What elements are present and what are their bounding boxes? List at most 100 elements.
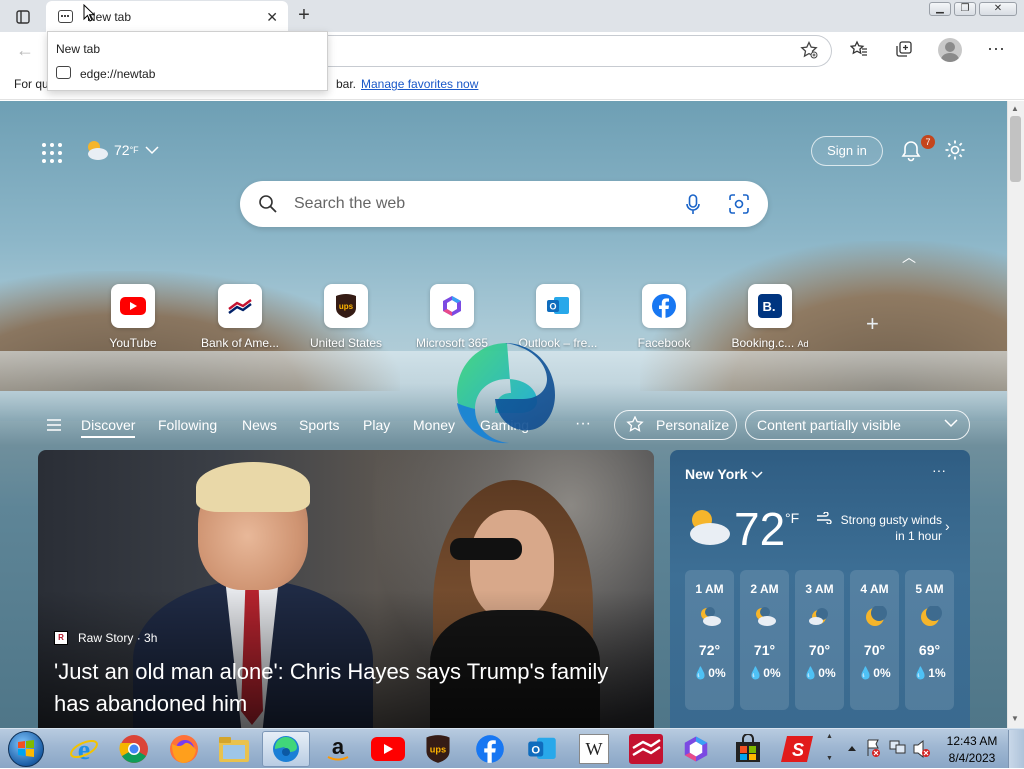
hourly-forecast-item[interactable]: 5 AM 69° 💧1% — [905, 570, 954, 710]
weather-card[interactable]: New York ··· 72 °F Strong gusty winds in… — [670, 450, 970, 728]
tab-actions-button[interactable] — [8, 6, 38, 28]
search-input[interactable] — [294, 191, 654, 217]
news-hero-card[interactable]: R Raw Story · 3h 'Just an old man alone'… — [38, 450, 654, 728]
hour-temp: 70° — [863, 642, 886, 658]
microphone-icon[interactable] — [686, 194, 700, 216]
new-tab-button[interactable]: + — [292, 5, 316, 27]
taskbar-bank-of-america[interactable] — [622, 731, 670, 767]
windows-logo-icon — [18, 740, 34, 757]
taskbar-amazon[interactable]: a — [314, 731, 362, 767]
favorites-info-text: For qu — [14, 77, 49, 91]
feed-tab-play[interactable]: Play — [363, 417, 390, 433]
clock-date[interactable]: 8/4/2023 — [944, 751, 1000, 765]
show-desktop-button[interactable] — [1008, 730, 1024, 768]
add-favorite-icon[interactable] — [800, 40, 818, 64]
hour-time: 1 AM — [695, 582, 724, 596]
taskbar-ups[interactable]: ups — [414, 731, 462, 767]
taskbar-microsoft-365[interactable] — [672, 731, 720, 767]
visual-search-icon[interactable] — [729, 194, 749, 214]
sign-in-button[interactable]: Sign in — [811, 136, 883, 166]
back-button[interactable]: ← — [16, 40, 34, 61]
taskbar-chrome[interactable] — [110, 731, 158, 767]
minimize-button[interactable]: ▁ — [929, 2, 951, 16]
manage-favorites-link[interactable]: Manage favorites now — [361, 77, 478, 91]
microsoft-365-icon — [684, 736, 708, 762]
settings-and-more-icon[interactable]: ··· — [987, 38, 1005, 59]
notifications-bell-icon[interactable] — [900, 139, 922, 163]
hourly-forecast-item[interactable]: 2 AM 71° 💧0% — [740, 570, 789, 710]
weather-chip[interactable]: 72 °F — [84, 139, 159, 161]
volume-muted-icon[interactable] — [913, 739, 930, 759]
taskbar-internet-explorer[interactable]: e — [60, 731, 108, 767]
profile-avatar[interactable] — [938, 38, 962, 62]
bank-of-america-icon — [629, 734, 663, 764]
favorites-icon[interactable] — [849, 40, 868, 63]
speedway-icon: S — [781, 736, 813, 762]
collapse-quick-links-icon[interactable]: ︿ — [902, 247, 916, 267]
new-tab-page-icon — [56, 66, 71, 79]
hourly-forecast-item[interactable]: 3 AM 70° 💧0% — [795, 570, 844, 710]
feed-tab-sports[interactable]: Sports — [299, 417, 339, 433]
quick-link-bank-of-america[interactable]: Bank of Ame... — [194, 284, 286, 350]
page-scrollbar[interactable] — [1007, 101, 1024, 728]
feed-menu-icon[interactable] — [46, 418, 62, 432]
taskbar-scroll-up-icon[interactable]: ▲ — [826, 733, 833, 740]
maximize-button[interactable]: ❐ — [954, 2, 976, 16]
scrollbar-thumb[interactable] — [1010, 116, 1021, 182]
taskbar-speedway[interactable]: S — [774, 731, 822, 767]
feed-tab-news[interactable]: News — [242, 417, 277, 433]
scroll-up-arrow-icon[interactable]: ▲ — [1011, 104, 1019, 113]
close-tab-icon[interactable]: ✕ — [266, 9, 278, 26]
taskbar-scroll-down-icon[interactable]: ▼ — [826, 755, 833, 762]
taskbar-wikipedia[interactable]: W — [570, 731, 618, 767]
news-source: Raw Story · 3h — [78, 631, 158, 645]
hourly-forecast-item[interactable]: 1 AM 72° 💧0% — [685, 570, 734, 710]
taskbar-file-explorer[interactable] — [210, 731, 258, 767]
hourly-forecast-item[interactable]: 4 AM 70° 💧0% — [850, 570, 899, 710]
raw-story-logo-icon: R — [54, 631, 68, 645]
feed-tab-discover[interactable]: Discover — [81, 417, 136, 438]
hour-time: 2 AM — [750, 582, 779, 596]
chevron-down-icon — [944, 419, 958, 428]
scroll-down-arrow-icon[interactable]: ▼ — [1011, 714, 1019, 723]
feed-tab-money[interactable]: Money — [413, 417, 455, 433]
collections-icon[interactable] — [895, 40, 913, 63]
quick-link-label: Booking.c... Ad — [724, 336, 816, 350]
tab-hover-url: edge://newtab — [80, 67, 156, 81]
feed-more-button[interactable]: ··· — [575, 415, 591, 433]
action-center-flag-icon[interactable] — [867, 739, 880, 757]
taskbar-edge[interactable] — [262, 731, 310, 767]
taskbar-microsoft-store[interactable] — [724, 731, 772, 767]
taskbar-facebook[interactable] — [466, 731, 514, 767]
network-icon[interactable] — [889, 740, 906, 754]
news-age: 3h — [144, 631, 158, 645]
quick-link-ups[interactable]: ups United States — [300, 284, 392, 350]
taskbar-youtube[interactable] — [364, 731, 412, 767]
close-window-button[interactable]: ✕ — [979, 2, 1017, 16]
weather-alert[interactable]: Strong gusty winds in 1 hour — [836, 512, 942, 544]
feed-tab-following[interactable]: Following — [158, 417, 217, 433]
news-headline[interactable]: 'Just an old man alone': Chris Hayes say… — [54, 656, 624, 720]
app-launcher-icon[interactable] — [42, 143, 62, 163]
show-hidden-icons-icon[interactable] — [848, 746, 856, 751]
quick-link-facebook[interactable]: Facebook — [618, 284, 710, 350]
weather-city[interactable]: New York — [685, 466, 763, 482]
quick-link-label-text: Booking.c... — [731, 336, 795, 350]
new-tab-favicon-icon — [58, 10, 73, 23]
quick-link-youtube[interactable]: YouTube — [87, 284, 179, 350]
quick-link-booking[interactable]: B. Booking.c... Ad — [724, 284, 816, 350]
taskbar-outlook[interactable]: O — [518, 731, 566, 767]
taskbar-firefox[interactable] — [160, 731, 208, 767]
clock-time[interactable]: 12:43 AM — [944, 734, 1000, 748]
weather-more-options-button[interactable]: ··· — [932, 462, 946, 478]
page-settings-gear-icon[interactable] — [944, 139, 966, 161]
address-bar[interactable] — [320, 35, 832, 67]
notification-badge: 7 — [921, 135, 935, 149]
svg-text:e: e — [78, 735, 90, 764]
web-search-box[interactable] — [240, 181, 768, 227]
add-quick-link-button[interactable]: + — [866, 311, 879, 337]
start-button[interactable] — [8, 731, 44, 767]
tab-hover-title: New tab — [56, 42, 101, 56]
taskbar-scroll-buttons[interactable]: ▲ ▼ — [826, 731, 836, 767]
content-visibility-dropdown[interactable]: Content partially visible — [745, 410, 970, 440]
